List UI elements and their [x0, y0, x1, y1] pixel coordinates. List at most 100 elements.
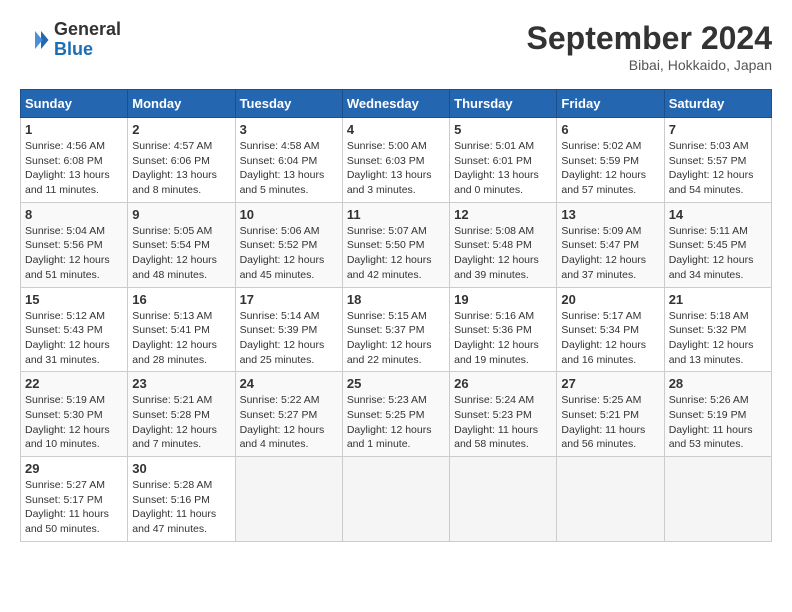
day-number: 17 — [240, 292, 338, 307]
day-of-week-header: Thursday — [450, 90, 557, 118]
day-number: 30 — [132, 461, 230, 476]
calendar-header-row: SundayMondayTuesdayWednesdayThursdayFrid… — [21, 90, 772, 118]
calendar-day-cell: 20 Sunrise: 5:17 AMSunset: 5:34 PMDayligh… — [557, 287, 664, 372]
calendar-week-row: 8 Sunrise: 5:04 AMSunset: 5:56 PMDaylight… — [21, 202, 772, 287]
calendar-day-cell: 1 Sunrise: 4:56 AMSunset: 6:08 PMDaylight… — [21, 118, 128, 203]
day-info: Sunrise: 5:09 AMSunset: 5:47 PMDaylight:… — [561, 224, 659, 283]
calendar-day-cell — [235, 457, 342, 542]
day-info: Sunrise: 4:56 AMSunset: 6:08 PMDaylight:… — [25, 139, 123, 198]
day-number: 15 — [25, 292, 123, 307]
day-info: Sunrise: 5:15 AMSunset: 5:37 PMDaylight:… — [347, 309, 445, 368]
day-info: Sunrise: 5:16 AMSunset: 5:36 PMDaylight:… — [454, 309, 552, 368]
calendar-day-cell: 30 Sunrise: 5:28 AMSunset: 5:16 PMDayligh… — [128, 457, 235, 542]
day-number: 6 — [561, 122, 659, 137]
calendar-day-cell: 12 Sunrise: 5:08 AMSunset: 5:48 PMDayligh… — [450, 202, 557, 287]
calendar-day-cell: 15 Sunrise: 5:12 AMSunset: 5:43 PMDayligh… — [21, 287, 128, 372]
day-number: 10 — [240, 207, 338, 222]
day-number: 5 — [454, 122, 552, 137]
day-number: 14 — [669, 207, 767, 222]
day-info: Sunrise: 5:13 AMSunset: 5:41 PMDaylight:… — [132, 309, 230, 368]
day-number: 8 — [25, 207, 123, 222]
day-info: Sunrise: 5:17 AMSunset: 5:34 PMDaylight:… — [561, 309, 659, 368]
day-number: 20 — [561, 292, 659, 307]
calendar-day-cell: 22Sunrise: 5:19 AMSunset: 5:30 PMDayligh… — [21, 372, 128, 457]
day-number: 1 — [25, 122, 123, 137]
day-info: Sunrise: 5:11 AMSunset: 5:45 PMDaylight:… — [669, 224, 767, 283]
day-info: Sunrise: 5:26 AMSunset: 5:19 PMDaylight:… — [669, 393, 767, 452]
day-number: 2 — [132, 122, 230, 137]
calendar-week-row: 22Sunrise: 5:19 AMSunset: 5:30 PMDayligh… — [21, 372, 772, 457]
day-number: 23 — [132, 376, 230, 391]
calendar-day-cell: 19 Sunrise: 5:16 AMSunset: 5:36 PMDayligh… — [450, 287, 557, 372]
calendar-day-cell: 14 Sunrise: 5:11 AMSunset: 5:45 PMDayligh… — [664, 202, 771, 287]
day-info: Sunrise: 5:23 AMSunset: 5:25 PMDaylight:… — [347, 393, 445, 452]
day-number: 26 — [454, 376, 552, 391]
logo-text: General Blue — [54, 20, 121, 60]
calendar-day-cell: 13Sunrise: 5:09 AMSunset: 5:47 PMDayligh… — [557, 202, 664, 287]
calendar-day-cell: 4 Sunrise: 5:00 AMSunset: 6:03 PMDaylight… — [342, 118, 449, 203]
day-info: Sunrise: 5:01 AMSunset: 6:01 PMDaylight:… — [454, 139, 552, 198]
day-info: Sunrise: 5:18 AMSunset: 5:32 PMDaylight:… — [669, 309, 767, 368]
day-info: Sunrise: 5:27 AMSunset: 5:17 PMDaylight:… — [25, 478, 123, 537]
calendar-day-cell: 28 Sunrise: 5:26 AMSunset: 5:19 PMDayligh… — [664, 372, 771, 457]
day-number: 28 — [669, 376, 767, 391]
day-of-week-header: Wednesday — [342, 90, 449, 118]
day-info: Sunrise: 5:04 AMSunset: 5:56 PMDaylight:… — [25, 224, 123, 283]
page-header: General Blue September 2024 Bibai, Hokka… — [20, 20, 772, 73]
day-info: Sunrise: 5:00 AMSunset: 6:03 PMDaylight:… — [347, 139, 445, 198]
day-info: Sunrise: 4:58 AMSunset: 6:04 PMDaylight:… — [240, 139, 338, 198]
calendar-week-row: 29 Sunrise: 5:27 AMSunset: 5:17 PMDayligh… — [21, 457, 772, 542]
day-info: Sunrise: 5:28 AMSunset: 5:16 PMDaylight:… — [132, 478, 230, 537]
day-of-week-header: Sunday — [21, 90, 128, 118]
calendar-day-cell: 16 Sunrise: 5:13 AMSunset: 5:41 PMDayligh… — [128, 287, 235, 372]
logo-icon — [20, 25, 50, 55]
calendar-day-cell — [342, 457, 449, 542]
month-title: September 2024 — [527, 20, 772, 57]
calendar-day-cell — [450, 457, 557, 542]
day-of-week-header: Monday — [128, 90, 235, 118]
day-info: Sunrise: 5:25 AMSunset: 5:21 PMDaylight:… — [561, 393, 659, 452]
day-number: 27 — [561, 376, 659, 391]
day-number: 19 — [454, 292, 552, 307]
day-info: Sunrise: 5:05 AMSunset: 5:54 PMDaylight:… — [132, 224, 230, 283]
day-info: Sunrise: 5:08 AMSunset: 5:48 PMDaylight:… — [454, 224, 552, 283]
calendar-day-cell: 6 Sunrise: 5:02 AMSunset: 5:59 PMDaylight… — [557, 118, 664, 203]
calendar-day-cell: 17Sunrise: 5:14 AMSunset: 5:39 PMDayligh… — [235, 287, 342, 372]
day-info: Sunrise: 5:24 AMSunset: 5:23 PMDaylight:… — [454, 393, 552, 452]
day-number: 3 — [240, 122, 338, 137]
calendar-day-cell: 10Sunrise: 5:06 AMSunset: 5:52 PMDayligh… — [235, 202, 342, 287]
calendar-week-row: 15 Sunrise: 5:12 AMSunset: 5:43 PMDayligh… — [21, 287, 772, 372]
location: Bibai, Hokkaido, Japan — [527, 57, 772, 73]
day-info: Sunrise: 5:21 AMSunset: 5:28 PMDaylight:… — [132, 393, 230, 452]
day-number: 24 — [240, 376, 338, 391]
calendar-day-cell — [664, 457, 771, 542]
day-info: Sunrise: 5:12 AMSunset: 5:43 PMDaylight:… — [25, 309, 123, 368]
day-of-week-header: Tuesday — [235, 90, 342, 118]
day-info: Sunrise: 4:57 AMSunset: 6:06 PMDaylight:… — [132, 139, 230, 198]
calendar-day-cell: 21Sunrise: 5:18 AMSunset: 5:32 PMDayligh… — [664, 287, 771, 372]
day-number: 11 — [347, 207, 445, 222]
calendar-day-cell: 7Sunrise: 5:03 AMSunset: 5:57 PMDaylight… — [664, 118, 771, 203]
day-number: 7 — [669, 122, 767, 137]
day-number: 4 — [347, 122, 445, 137]
calendar-day-cell: 9Sunrise: 5:05 AMSunset: 5:54 PMDaylight… — [128, 202, 235, 287]
calendar-day-cell: 2 Sunrise: 4:57 AMSunset: 6:06 PMDaylight… — [128, 118, 235, 203]
calendar-day-cell: 11Sunrise: 5:07 AMSunset: 5:50 PMDayligh… — [342, 202, 449, 287]
calendar-day-cell: 5 Sunrise: 5:01 AMSunset: 6:01 PMDaylight… — [450, 118, 557, 203]
day-info: Sunrise: 5:22 AMSunset: 5:27 PMDaylight:… — [240, 393, 338, 452]
day-number: 22 — [25, 376, 123, 391]
day-number: 12 — [454, 207, 552, 222]
day-of-week-header: Saturday — [664, 90, 771, 118]
calendar-day-cell: 25Sunrise: 5:23 AMSunset: 5:25 PMDayligh… — [342, 372, 449, 457]
calendar-day-cell: 8 Sunrise: 5:04 AMSunset: 5:56 PMDaylight… — [21, 202, 128, 287]
day-number: 18 — [347, 292, 445, 307]
logo: General Blue — [20, 20, 121, 60]
calendar-day-cell: 3 Sunrise: 4:58 AMSunset: 6:04 PMDaylight… — [235, 118, 342, 203]
day-info: Sunrise: 5:02 AMSunset: 5:59 PMDaylight:… — [561, 139, 659, 198]
calendar-week-row: 1 Sunrise: 4:56 AMSunset: 6:08 PMDaylight… — [21, 118, 772, 203]
calendar-day-cell: 18 Sunrise: 5:15 AMSunset: 5:37 PMDayligh… — [342, 287, 449, 372]
calendar-day-cell — [557, 457, 664, 542]
day-number: 16 — [132, 292, 230, 307]
day-number: 29 — [25, 461, 123, 476]
calendar-day-cell: 29 Sunrise: 5:27 AMSunset: 5:17 PMDayligh… — [21, 457, 128, 542]
